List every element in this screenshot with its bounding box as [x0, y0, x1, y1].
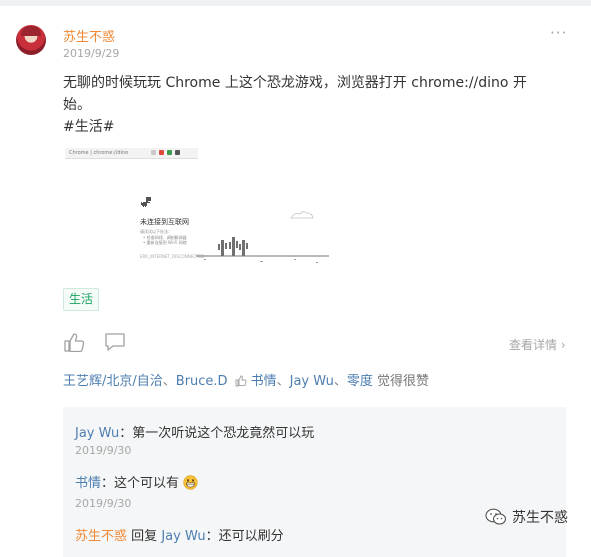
- comment-text: ：第一次听说这个恐龙竟然可以玩: [119, 426, 315, 441]
- grinning-emoji-icon: [183, 475, 198, 490]
- extension-icon: [167, 150, 172, 155]
- likes-list: 王艺辉/北京/自洽、Bruce.D 书情、Jay Wu、零度 觉得很赞: [63, 374, 430, 389]
- thumb-up-icon: [235, 375, 247, 387]
- dino-icon: [141, 197, 151, 207]
- error-code: ERR_INTERNET_DISCONNECTED: [140, 254, 205, 259]
- post-content: 无聊的时候玩玩 Chrome 上这个恐龙游戏，浏览器打开 chrome://di…: [63, 72, 563, 138]
- extension-icon: [159, 150, 164, 155]
- reply-word: 回复: [131, 529, 158, 544]
- thumb-up-icon[interactable]: [63, 332, 85, 352]
- comment-date: 2019/9/30: [75, 497, 132, 510]
- wechat-icon: [485, 508, 507, 525]
- star-icon: [151, 150, 156, 155]
- reply-target[interactable]: Jay Wu: [161, 529, 205, 544]
- top-band: [0, 0, 591, 6]
- post-image[interactable]: Chrome | chrome://dino 未连接到互联网 请试试以下办法： …: [63, 144, 204, 266]
- comments-section: Jay Wu：第一次听说这个恐龙竟然可以玩 2019/9/30 书情：这个可以有…: [63, 407, 566, 557]
- menu-icon: [175, 150, 180, 155]
- post-date: 2019/9/29: [63, 47, 120, 60]
- watermark-text: 苏生不惑: [512, 510, 568, 526]
- error-hint: • 重新连接到 Wi-Fi 网络: [143, 240, 187, 245]
- comment-icon[interactable]: [104, 332, 126, 352]
- dino-game-scene: [196, 211, 329, 263]
- liker-name[interactable]: 书情: [251, 374, 277, 389]
- topic-tag[interactable]: 生活: [63, 288, 99, 311]
- liker-name[interactable]: Jay Wu: [290, 374, 334, 389]
- post-content-line: 始。: [63, 97, 91, 113]
- comment-item: 书情：这个可以有: [75, 472, 198, 491]
- comment-author[interactable]: Jay Wu: [75, 426, 119, 441]
- post-author[interactable]: 苏生不惑: [63, 26, 115, 45]
- chevron-right-icon: ›: [560, 338, 566, 352]
- comment-author[interactable]: 苏生不惑: [75, 529, 127, 544]
- liker-name[interactable]: 王艺辉/北京/自洽: [63, 374, 163, 389]
- comment-author[interactable]: 书情: [75, 476, 101, 491]
- avatar[interactable]: [16, 25, 46, 55]
- comment-text: ：这个可以有: [101, 476, 180, 491]
- error-heading: 未连接到互联网: [140, 218, 189, 226]
- comment-text: ：还可以刷分: [205, 529, 284, 544]
- view-details-link[interactable]: 查看详情 ›: [509, 336, 566, 353]
- likes-suffix: 觉得很赞: [377, 374, 430, 389]
- address-text: Chrome | chrome://dino: [69, 150, 129, 156]
- more-dots-icon[interactable]: ···: [550, 26, 567, 41]
- hashtag[interactable]: #生活#: [63, 116, 563, 138]
- browser-address-bar: Chrome | chrome://dino: [65, 148, 198, 159]
- view-details-label: 查看详情: [509, 338, 558, 352]
- comment-date: 2019/9/30: [75, 444, 132, 457]
- liker-name[interactable]: Bruce.D: [176, 374, 228, 389]
- comment-item: 苏生不惑 回复 Jay Wu：还可以刷分: [75, 525, 284, 544]
- cactus-icon: [218, 237, 248, 256]
- comment-item: Jay Wu：第一次听说这个恐龙竟然可以玩: [75, 422, 314, 441]
- liker-name[interactable]: 零度: [347, 374, 373, 389]
- watermark: 苏生不惑: [485, 506, 585, 528]
- post-content-line: 无聊的时候玩玩 Chrome 上这个恐龙游戏，浏览器打开 chrome://di…: [63, 75, 527, 91]
